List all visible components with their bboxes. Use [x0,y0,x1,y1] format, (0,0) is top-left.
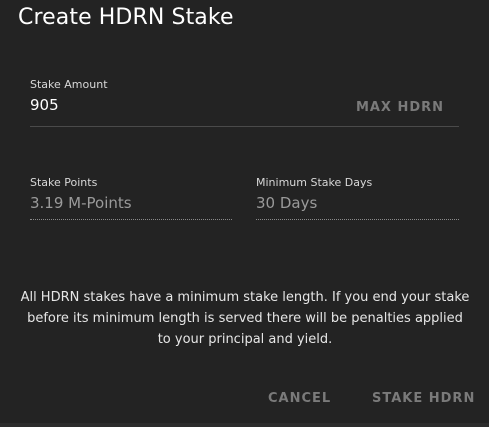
cancel-button[interactable]: CANCEL [268,387,331,409]
stake-amount-input[interactable] [30,94,340,116]
create-stake-dialog: Create HDRN Stake Stake Amount MAX HDRN … [0,0,489,427]
min-stake-days-value: 30 Days [256,194,318,212]
dialog-title: Create HDRN Stake [18,5,234,30]
dialog-bottom-edge [0,423,489,427]
stake-amount-label: Stake Amount [30,78,108,91]
stake-hdrn-button[interactable]: STAKE HDRN [372,387,475,409]
min-stake-days-label: Minimum Stake Days [256,176,373,189]
min-stake-days-underline [256,219,459,220]
stake-points-value: 3.19 M-Points [30,194,132,212]
stake-amount-underline [30,126,459,127]
stake-points-label: Stake Points [30,176,98,189]
max-hdrn-button[interactable]: MAX HDRN [350,96,450,118]
penalty-notice: All HDRN stakes have a minimum stake len… [20,290,470,347]
stake-points-underline [30,219,232,220]
